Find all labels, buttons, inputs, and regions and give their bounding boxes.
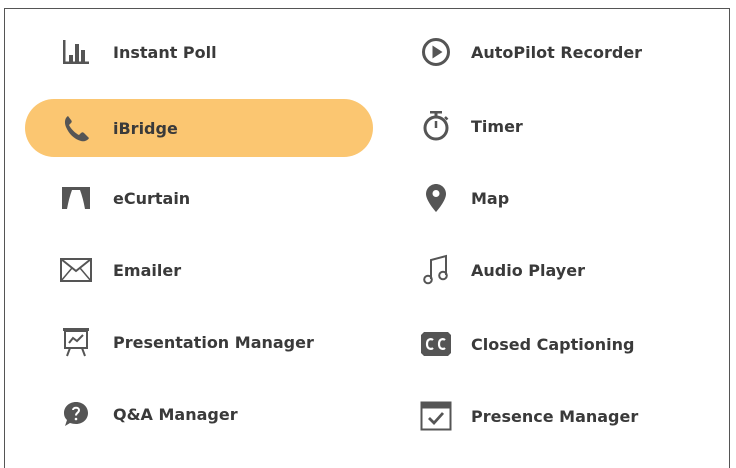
timer-label: Timer — [471, 116, 523, 136]
instant-poll-item[interactable]: Instant Poll — [25, 23, 373, 81]
presence-manager-label: Presence Manager — [471, 406, 639, 426]
tools-panel: Instant Poll iBridge eCurtain Emailer Pr… — [4, 8, 730, 468]
question-bubble-icon — [59, 397, 93, 431]
map-pin-icon — [419, 181, 453, 215]
map-item[interactable]: Map — [417, 169, 717, 227]
audio-player-item[interactable]: Audio Player — [417, 241, 717, 299]
phone-icon — [59, 111, 93, 145]
curtain-icon — [59, 181, 93, 215]
calendar-check-icon — [419, 399, 453, 433]
qa-manager-label: Q&A Manager — [113, 404, 238, 424]
ecurtain-item[interactable]: eCurtain — [25, 169, 373, 227]
audio-player-label: Audio Player — [471, 260, 585, 280]
play-circle-icon — [419, 35, 453, 69]
emailer-item[interactable]: Emailer — [25, 241, 373, 299]
ibridge-item[interactable]: iBridge — [25, 99, 373, 157]
autopilot-recorder-label: AutoPilot Recorder — [471, 42, 643, 62]
qa-manager-item[interactable]: Q&A Manager — [25, 385, 373, 443]
presentation-manager-label: Presentation Manager — [113, 332, 314, 352]
emailer-label: Emailer — [113, 260, 182, 280]
music-note-icon — [419, 253, 453, 287]
envelope-icon — [59, 253, 93, 287]
presentation-board-icon — [59, 325, 93, 359]
closed-captioning-label: Closed Captioning — [471, 334, 635, 354]
ecurtain-label: eCurtain — [113, 188, 191, 208]
ibridge-label: iBridge — [113, 118, 178, 138]
autopilot-recorder-item[interactable]: AutoPilot Recorder — [417, 23, 717, 81]
presence-manager-item[interactable]: Presence Manager — [417, 387, 717, 445]
timer-item[interactable]: Timer — [417, 97, 717, 155]
map-label: Map — [471, 188, 510, 208]
closed-captioning-item[interactable]: Closed Captioning — [417, 315, 717, 373]
cc-icon — [419, 327, 453, 361]
presentation-manager-item[interactable]: Presentation Manager — [25, 313, 373, 371]
instant-poll-label: Instant Poll — [113, 42, 217, 62]
stopwatch-icon — [419, 109, 453, 143]
bar-chart-icon — [59, 35, 93, 69]
